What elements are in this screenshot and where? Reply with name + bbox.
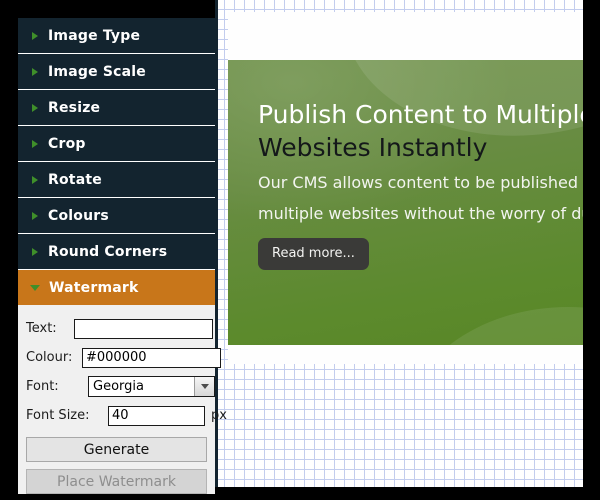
triangle-right-icon: [32, 247, 38, 256]
sidebar-item-label: Rotate: [48, 171, 102, 188]
watermark-colour-input[interactable]: [82, 347, 221, 368]
sidebar-item-round-corners[interactable]: Round Corners: [18, 234, 215, 270]
sidebar-item-label: Image Scale: [48, 63, 146, 80]
watermark-font-size-unit: px: [211, 408, 227, 423]
generate-button-row: Generate: [18, 430, 215, 462]
sidebar-item-label: Resize: [48, 99, 101, 116]
banner-body-line-2: multiple websites without the worry of d…: [258, 204, 583, 223]
banner-heading-line-1: Publish Content to Multiple: [258, 100, 583, 129]
sidebar-item-label: Watermark: [49, 279, 139, 296]
sidebar-item-label: Colours: [48, 207, 109, 224]
banner-heading-line-2: Websites Instantly: [258, 133, 488, 162]
watermark-font-size-input[interactable]: [108, 405, 205, 426]
watermark-font-select[interactable]: Georgia: [88, 376, 215, 397]
page-preview: Publish Content to Multiple Websites Ins…: [228, 12, 583, 364]
app-window: Publish Content to Multiple Websites Ins…: [0, 0, 600, 500]
triangle-right-icon: [32, 103, 38, 112]
watermark-font-selected-value: Georgia: [93, 379, 144, 394]
watermark-text-row: Text:: [18, 314, 215, 343]
sidebar-item-rotate[interactable]: Rotate: [18, 162, 215, 198]
tools-panel: Image Type Image Scale Resize Crop Rotat…: [18, 18, 227, 494]
triangle-right-icon: [32, 139, 38, 148]
chevron-down-icon[interactable]: [194, 377, 214, 396]
sidebar-item-crop[interactable]: Crop: [18, 126, 215, 162]
sidebar-item-label: Round Corners: [48, 243, 168, 260]
watermark-font-size-label: Font Size:: [26, 408, 90, 423]
sidebar-item-image-scale[interactable]: Image Scale: [18, 54, 215, 90]
sidebar-item-label: Crop: [48, 135, 86, 152]
read-more-button[interactable]: Read more...: [258, 238, 369, 270]
triangle-right-icon: [32, 31, 38, 40]
banner-image: Publish Content to Multiple Websites Ins…: [228, 60, 583, 345]
banner-content: Publish Content to Multiple Websites Ins…: [228, 60, 583, 270]
triangle-down-icon: [30, 284, 40, 291]
banner-heading: Publish Content to Multiple Websites Ins…: [258, 98, 583, 164]
triangle-right-icon: [32, 211, 38, 220]
sidebar-item-colours[interactable]: Colours: [18, 198, 215, 234]
sidebar-item-resize[interactable]: Resize: [18, 90, 215, 126]
image-canvas-area[interactable]: Publish Content to Multiple Websites Ins…: [215, 0, 583, 487]
sidebar-item-image-type[interactable]: Image Type: [18, 18, 215, 54]
watermark-form: Text: Colour: Font: Georgia Font Size:: [18, 305, 227, 494]
sidebar-item-watermark[interactable]: Watermark: [18, 270, 215, 305]
watermark-colour-row: Colour:: [18, 343, 221, 372]
triangle-right-icon: [32, 175, 38, 184]
triangle-right-icon: [32, 67, 38, 76]
watermark-font-label: Font:: [26, 379, 59, 394]
banner-body-line-1: Our CMS allows content to be published i…: [258, 173, 583, 192]
watermark-colour-label: Colour:: [26, 350, 73, 365]
watermark-text-input[interactable]: [74, 318, 213, 339]
tools-accordion: Image Type Image Scale Resize Crop Rotat…: [18, 18, 215, 305]
sidebar-item-label: Image Type: [48, 27, 141, 44]
watermark-text-label: Text:: [26, 321, 57, 336]
place-watermark-button-row: Place Watermark: [18, 462, 215, 494]
watermark-font-size-row: Font Size: px: [18, 401, 227, 430]
generate-button[interactable]: Generate: [26, 437, 207, 462]
place-watermark-button[interactable]: Place Watermark: [26, 469, 207, 494]
watermark-font-row: Font: Georgia: [18, 372, 215, 401]
